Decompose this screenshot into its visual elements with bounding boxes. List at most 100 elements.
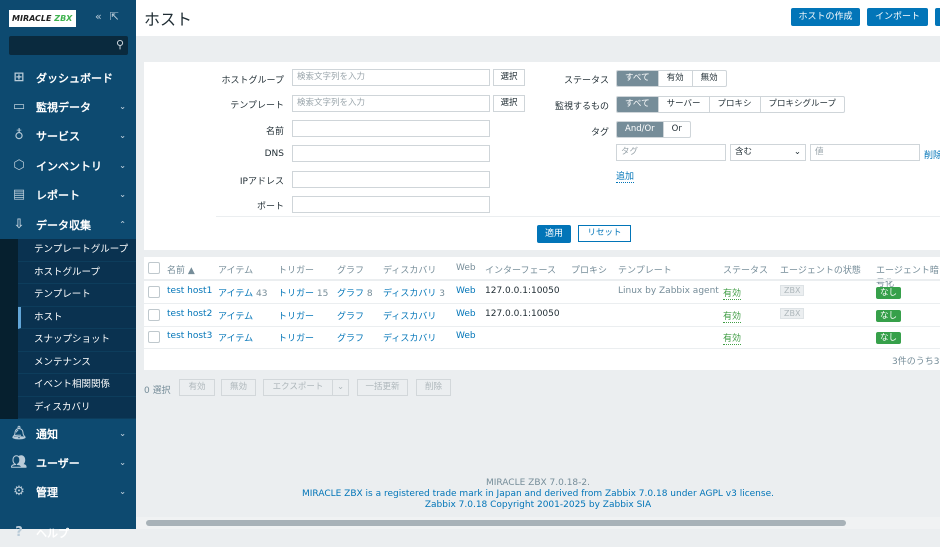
graphs-link[interactable]: グラフ [337, 289, 364, 299]
chevron-down-icon: ⌄ [119, 190, 126, 199]
triggers-link[interactable]: トリガー [278, 289, 314, 299]
host-name-link[interactable]: test host3 [167, 331, 212, 341]
menu-reports[interactable]: ▤ レポート ⌄ [0, 180, 136, 209]
host-name-link[interactable]: test host2 [167, 309, 212, 319]
submenu-snapshots[interactable]: スナップショット [18, 329, 136, 352]
status-toggle-link[interactable]: 有効 [723, 311, 742, 323]
web-link[interactable]: Web [456, 309, 476, 319]
monitored-server[interactable]: サーバー [659, 97, 710, 112]
search-input[interactable]: ⚲ [9, 36, 128, 55]
menu-help[interactable]: ? ヘルプ [0, 518, 136, 547]
monitored-all[interactable]: すべて [617, 97, 659, 112]
row-checkbox[interactable] [148, 331, 160, 343]
status-all[interactable]: すべて [617, 71, 659, 86]
items-cell: アイテム [218, 309, 253, 322]
host-name-link[interactable]: test host1 [167, 286, 212, 296]
items-cell: アイテム 43 [218, 289, 268, 299]
template-link[interactable]: Linux by Zabbix agent [618, 286, 719, 296]
submenu-maintenance[interactable]: メンテナンス [18, 352, 136, 374]
collapse-icon[interactable]: «⇱ [95, 10, 127, 23]
graphs-link[interactable]: グラフ [337, 312, 364, 322]
monitored-proxy[interactable]: プロキシ [710, 97, 761, 112]
menu-alerts[interactable]: 🔔︎ 通知 ⌄ [0, 419, 136, 448]
port-input[interactable] [292, 196, 490, 213]
discovery-cell: ディスカバリ [383, 309, 436, 322]
export-button[interactable]: エクスポート [263, 379, 333, 396]
triggers-link[interactable]: トリガー [278, 312, 314, 322]
template-input[interactable]: 検索文字列を入力 [292, 95, 490, 112]
triggers-link[interactable]: トリガー [278, 334, 314, 344]
submenu-host-groups[interactable]: ホストグループ [18, 262, 136, 284]
web-link[interactable]: Web [456, 286, 476, 296]
items-link[interactable]: アイテム [218, 334, 253, 344]
tag-input[interactable]: タグ [616, 144, 726, 161]
export-dropdown-button[interactable]: ⌄ [332, 379, 349, 396]
col-graphs: グラフ [337, 266, 365, 276]
col-name[interactable]: 名前 ▲ [167, 263, 195, 276]
menu-inventory[interactable]: ⬡ インベントリ ⌄ [0, 151, 136, 180]
menu-dashboard[interactable]: ⊞ ダッシュボード [0, 63, 136, 92]
web-link[interactable]: Web [456, 331, 476, 341]
row-checkbox[interactable] [148, 286, 160, 298]
status-enabled[interactable]: 有効 [659, 71, 693, 86]
import-button[interactable]: インポート [867, 8, 928, 26]
col-templates: テンプレート [618, 266, 672, 276]
menu-services[interactable]: ♁ サービス ⌄ [0, 121, 136, 150]
menu-data-collection[interactable]: ⇩ データ収集 ⌃ [0, 210, 136, 239]
apply-button[interactable]: 適用 [537, 225, 571, 243]
scrollbar-thumb[interactable] [146, 520, 846, 526]
add-tag-link[interactable]: 追加 [616, 169, 635, 183]
footer-copyright[interactable]: Zabbix 7.0.18 Copyright 2001-2025 by Zab… [136, 500, 940, 510]
status-toggle-link[interactable]: 有効 [723, 334, 742, 345]
col-status[interactable]: ステータス [723, 263, 768, 276]
menu-administration[interactable]: ⚙ 管理 ⌄ [0, 477, 136, 506]
tag-andor[interactable]: And/Or [617, 122, 664, 137]
status-toggle-link[interactable]: 有効 [723, 289, 742, 300]
host-group-input[interactable]: 検索文字列を入力 [292, 69, 490, 86]
monitored-proxy-group[interactable]: プロキシグループ [761, 97, 844, 112]
dns-input[interactable] [292, 145, 490, 162]
logo[interactable]: MIRACLE ZBX [9, 10, 76, 27]
discovery-link[interactable]: ディスカバリ [383, 312, 436, 322]
footer-trademark[interactable]: MIRACLE ZBX is a registered trade mark i… [136, 489, 940, 499]
more-button[interactable] [935, 8, 940, 26]
menu-monitoring[interactable]: ▭ 監視データ ⌄ [0, 92, 136, 121]
row-checkbox[interactable] [148, 308, 160, 321]
tag-operator-select[interactable]: 含む ⌄ [730, 144, 806, 161]
remove-tag-link[interactable]: 削除 [924, 148, 940, 161]
reset-button[interactable]: リセット [578, 225, 631, 242]
submenu-templates[interactable]: テンプレート [18, 284, 136, 307]
submenu-template-groups[interactable]: テンプレートグループ [18, 239, 136, 262]
graphs-link[interactable]: グラフ [337, 334, 364, 344]
submenu-event-correlation[interactable]: イベント相関関係 [18, 374, 136, 397]
discovery-link[interactable]: ディスカバリ [383, 334, 436, 344]
ip-input[interactable] [292, 171, 490, 188]
horizontal-scrollbar[interactable] [136, 517, 940, 529]
search-icon[interactable]: ⚲ [116, 38, 124, 51]
status-disabled[interactable]: 無効 [693, 71, 726, 86]
tag-value-input[interactable]: 値 [810, 144, 920, 161]
enable-button[interactable]: 有効 [179, 379, 215, 396]
selected-count: 0 選択 [144, 386, 171, 396]
submenu-discovery[interactable]: ディスカバリ [18, 397, 136, 419]
status-label: ステータス [563, 76, 609, 86]
select-all-checkbox[interactable] [148, 262, 160, 274]
name-input[interactable] [292, 120, 490, 137]
create-host-button[interactable]: ホストの作成 [791, 8, 860, 26]
menu-users[interactable]: 👥︎ ユーザー ⌄ [0, 448, 136, 477]
chevron-down-icon: ⌄ [119, 458, 126, 467]
items-cell: アイテム [218, 331, 253, 344]
discovery-link[interactable]: ディスカバリ [383, 289, 436, 299]
bell-icon: 🔔︎ [10, 426, 28, 441]
items-link[interactable]: アイテム [218, 289, 253, 299]
col-discovery: ディスカバリ [383, 266, 437, 276]
tag-or[interactable]: Or [664, 122, 690, 137]
mass-update-button[interactable]: 一括更新 [357, 379, 408, 396]
graphs-cell: グラフ 8 [337, 289, 373, 299]
items-link[interactable]: アイテム [218, 312, 253, 322]
port-label: ポート [256, 202, 284, 212]
disable-button[interactable]: 無効 [221, 379, 256, 396]
submenu-hosts[interactable]: ホスト [18, 306, 136, 329]
reports-icon: ▤ [12, 187, 26, 202]
delete-button[interactable]: 削除 [416, 379, 451, 396]
